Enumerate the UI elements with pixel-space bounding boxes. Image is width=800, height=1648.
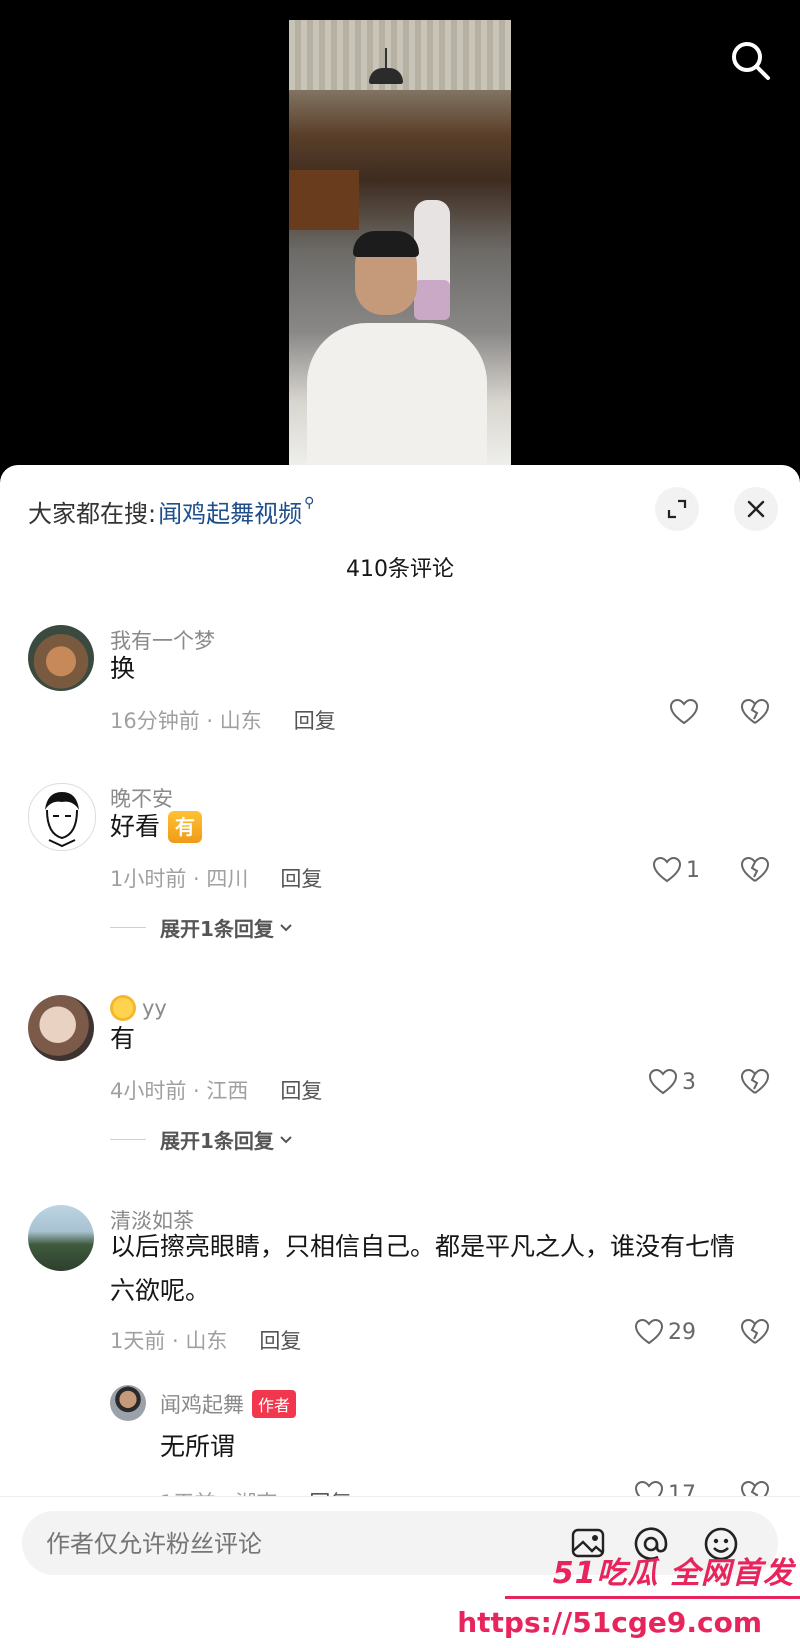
like-count: 3 (682, 1069, 696, 1095)
dislike-broken-heart-icon[interactable] (740, 855, 770, 885)
like-button[interactable] (669, 697, 699, 727)
avatar[interactable] (28, 995, 94, 1061)
chevron-down-icon (280, 1135, 292, 1143)
watermark-bar (505, 1596, 800, 1599)
sub-reply-username[interactable]: 闻鸡起舞 (160, 1389, 244, 1419)
sub-reply-text: 无所谓 (160, 1432, 236, 1461)
expand-dash (110, 1139, 146, 1140)
comment-sheet: 大家都在搜: 闻鸡起舞视频 ⚲ 410条评论 我有一个梦 换 16分钟前 · 山… (0, 465, 800, 1647)
sub-reply-avatar[interactable] (110, 1385, 146, 1421)
comment-text: 以后擦亮眼睛，只相信自己。都是平凡之人，谁没有七情六欲呢。 (110, 1232, 736, 1305)
heart-icon (634, 1318, 664, 1345)
expand-replies-label: 展开1条回复 (160, 917, 274, 941)
sub-reply-username-row: 闻鸡起舞 作者 (160, 1389, 297, 1419)
avatar[interactable] (28, 1205, 94, 1271)
expand-replies-label: 展开1条回复 (160, 1129, 274, 1153)
comment-text: 换 (110, 654, 136, 683)
person-shirt (307, 323, 487, 465)
comment-meta: 1天前 · 山东 回复 (110, 1325, 301, 1355)
expand-dash (110, 927, 146, 928)
expand-button[interactable] (655, 487, 699, 531)
comment-text: 好看 有 (110, 805, 760, 849)
dislike-broken-heart-icon[interactable] (740, 1067, 770, 1097)
lamp (369, 68, 403, 84)
expand-replies-button[interactable]: 展开1条回复 (110, 913, 294, 942)
dislike-broken-heart-icon[interactable] (740, 697, 770, 727)
reply-button[interactable]: 回复 (280, 863, 322, 893)
trending-search[interactable]: 大家都在搜: 闻鸡起舞视频 ⚲ (28, 493, 314, 529)
heart-icon (652, 856, 682, 883)
like-count: 1 (686, 857, 700, 883)
heart-icon (669, 698, 699, 725)
avatar-cartoon-face (45, 792, 79, 848)
emoji-badge: 有 (168, 811, 203, 843)
avatar[interactable] (28, 625, 94, 691)
shelf (289, 170, 359, 230)
like-button[interactable]: 29 (634, 1317, 696, 1347)
search-icon[interactable] (728, 38, 772, 82)
watermark-title: 51吃瓜 全网首发 (552, 1556, 794, 1591)
comment-time-location: 4小时前 · 江西 (110, 1079, 249, 1103)
dislike-broken-heart-icon[interactable] (740, 1317, 770, 1347)
comment-meta: 16分钟前 · 山东 回复 (110, 705, 336, 735)
reply-button[interactable]: 回复 (259, 1325, 301, 1355)
watermark: 51吃瓜 全网首发 https://51cge9.com (457, 1548, 800, 1647)
lamp-cord (385, 48, 387, 70)
person-hair (353, 231, 419, 257)
trending-search-keyword[interactable]: 闻鸡起舞视频 (158, 494, 302, 529)
comment-count: 410条评论 (346, 557, 454, 582)
expand-replies-button[interactable]: 展开1条回复 (110, 1125, 294, 1154)
comment-text-content: 好看 (110, 812, 161, 841)
watermark-url: https://51cge9.com (457, 1606, 762, 1639)
reply-button[interactable]: 回复 (280, 1075, 322, 1105)
video-player[interactable] (0, 0, 800, 465)
comment-time-location: 1小时前 · 四川 (110, 867, 249, 891)
comment-time-location: 16分钟前 · 山东 (110, 709, 262, 733)
trending-search-prefix: 大家都在搜: (28, 499, 157, 528)
like-count: 29 (668, 1319, 696, 1345)
comment-input[interactable] (44, 1511, 548, 1577)
reply-button[interactable]: 回复 (294, 705, 336, 735)
heart-icon (648, 1068, 678, 1095)
like-button[interactable]: 1 (652, 855, 700, 885)
comment-meta: 1小时前 · 四川 回复 (110, 863, 322, 893)
search-small-icon: ⚲ (304, 495, 315, 511)
author-badge: 作者 (252, 1390, 297, 1418)
avatar[interactable] (28, 783, 96, 851)
expand-icon (667, 499, 687, 519)
close-button[interactable] (734, 487, 778, 531)
video-person (307, 231, 487, 465)
comment-meta: 4小时前 · 江西 回复 (110, 1075, 322, 1105)
comment-text: 有 (110, 1024, 136, 1053)
like-button[interactable]: 3 (648, 1067, 696, 1097)
chevron-down-icon (280, 923, 292, 931)
video-frame[interactable] (289, 20, 511, 465)
close-icon (747, 500, 765, 518)
comment-time-location: 1天前 · 山东 (110, 1329, 228, 1353)
